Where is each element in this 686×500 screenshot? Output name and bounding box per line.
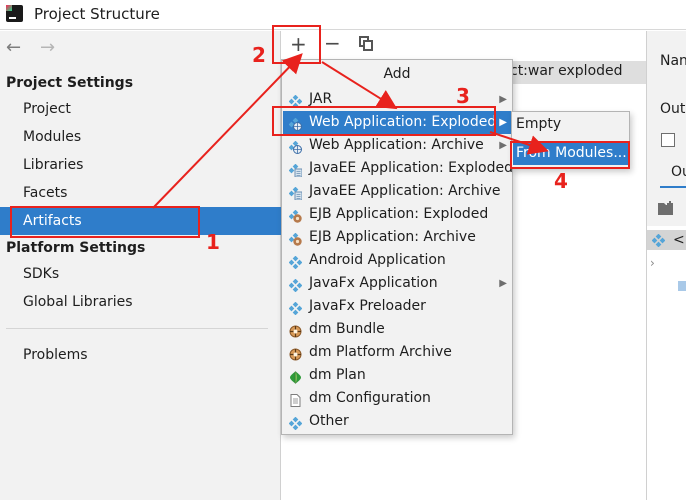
- annotation-box-web-exploded: [272, 106, 496, 136]
- annotation-number-3: 3: [456, 84, 470, 108]
- annotation-box-artifacts: [10, 206, 200, 238]
- annotation-number-1: 1: [206, 230, 220, 254]
- annotation-arrows: [152, 53, 549, 209]
- arrow-add-to-web-exploded: [321, 61, 398, 110]
- annotation-box-from-modules: [510, 141, 630, 169]
- annotation-number-4: 4: [554, 169, 568, 193]
- annotation-number-2: 2: [252, 43, 266, 67]
- annotation-box-add: [272, 25, 321, 64]
